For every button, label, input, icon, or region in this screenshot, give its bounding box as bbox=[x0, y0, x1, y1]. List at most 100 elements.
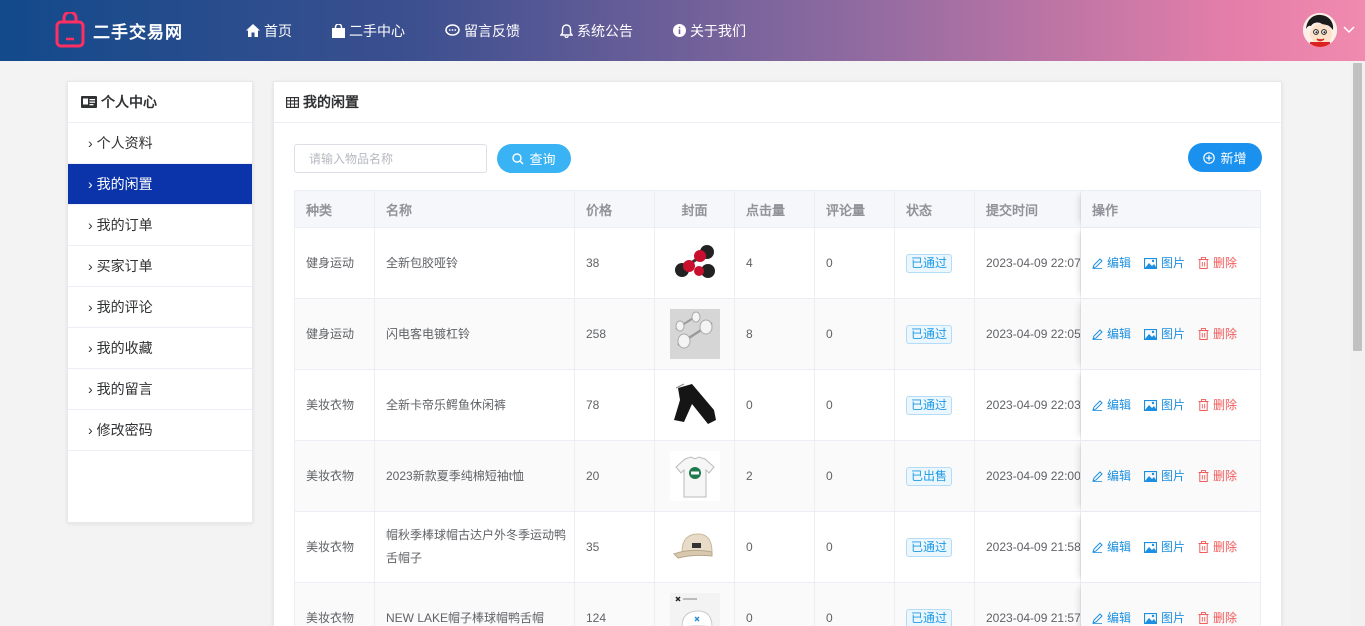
table-icon bbox=[286, 96, 299, 108]
cover-image-pants[interactable] bbox=[669, 380, 720, 430]
cell-category: 健身运动 bbox=[295, 299, 375, 369]
sidebar-item-change-password[interactable]: › 修改密码 bbox=[68, 410, 252, 451]
delete-label: 删除 bbox=[1213, 468, 1238, 483]
scrollbar-thumb[interactable] bbox=[1353, 63, 1362, 351]
cover-image-cap[interactable] bbox=[669, 522, 720, 572]
top-navbar: 二手交易网 首页 二手中心 留言反馈 系统公告 关于我们 bbox=[0, 0, 1365, 61]
cover-image-barbell[interactable] bbox=[669, 309, 720, 359]
edit-label: 编辑 bbox=[1107, 397, 1132, 412]
picture-label: 图片 bbox=[1161, 255, 1186, 270]
sidebar-item-my-idle[interactable]: › 我的闲置 bbox=[68, 164, 252, 205]
status-badge: 已通过 bbox=[906, 537, 953, 557]
delete-button[interactable]: 删除 bbox=[1198, 323, 1237, 346]
delete-button[interactable]: 删除 bbox=[1198, 465, 1237, 488]
sidebar-item-my-comments[interactable]: › 我的评论 bbox=[68, 287, 252, 328]
cell-price: 78 bbox=[575, 370, 655, 440]
column-header: 点击量 bbox=[735, 191, 815, 227]
page-scrollbar[interactable] bbox=[1350, 61, 1365, 626]
site-name: 二手交易网 bbox=[93, 22, 183, 42]
nav-home[interactable]: 首页 bbox=[246, 21, 292, 41]
edit-button[interactable]: 编辑 bbox=[1092, 252, 1131, 275]
delete-button[interactable]: 删除 bbox=[1198, 536, 1237, 559]
cell-submit-time: 2023-04-09 22:05 bbox=[975, 299, 1081, 369]
nav-secondhand[interactable]: 二手中心 bbox=[332, 21, 405, 41]
cell-cover bbox=[655, 512, 735, 582]
chevron-right-icon: › bbox=[88, 258, 93, 274]
nav-feedback[interactable]: 留言反馈 bbox=[445, 21, 520, 41]
cell-cover bbox=[655, 299, 735, 369]
nav-feedback-label: 留言反馈 bbox=[464, 22, 520, 39]
search-input[interactable] bbox=[294, 144, 487, 173]
main-panel-header: 我的闲置 bbox=[274, 82, 1281, 123]
column-header: 种类 bbox=[295, 191, 375, 227]
nav-announcement[interactable]: 系统公告 bbox=[560, 21, 633, 41]
search-icon bbox=[512, 152, 524, 164]
avatar[interactable] bbox=[1303, 13, 1337, 47]
picture-button[interactable]: 图片 bbox=[1144, 252, 1185, 275]
picture-button[interactable]: 图片 bbox=[1144, 323, 1185, 346]
cell-comments: 0 bbox=[815, 370, 895, 440]
picture-icon bbox=[1144, 257, 1158, 269]
table-row: 健身运动 闪电客电镀杠铃 258 8 0 已通过 2023-04-09 22:0… bbox=[295, 299, 1260, 370]
delete-button[interactable]: 删除 bbox=[1198, 394, 1237, 417]
edit-button[interactable]: 编辑 bbox=[1092, 323, 1131, 346]
cell-actions: 编辑 图片 删除 bbox=[1081, 441, 1260, 511]
trash-icon bbox=[1198, 399, 1209, 411]
sidebar-item-label: 我的评论 bbox=[96, 299, 153, 315]
cell-clicks: 0 bbox=[735, 512, 815, 582]
picture-button[interactable]: 图片 bbox=[1144, 607, 1185, 626]
delete-label: 删除 bbox=[1213, 326, 1238, 341]
picture-label: 图片 bbox=[1161, 326, 1186, 341]
picture-button[interactable]: 图片 bbox=[1144, 465, 1185, 488]
nav-about[interactable]: 关于我们 bbox=[673, 21, 746, 41]
delete-button[interactable]: 删除 bbox=[1198, 252, 1237, 275]
home-icon bbox=[246, 24, 260, 37]
sidebar-item-my-orders[interactable]: › 我的订单 bbox=[68, 205, 252, 246]
cell-status: 已通过 bbox=[895, 583, 975, 626]
cover-image-white-cap[interactable] bbox=[669, 593, 720, 626]
cover-image-tshirt[interactable] bbox=[669, 451, 720, 501]
sidebar-item-label: 我的闲置 bbox=[96, 176, 153, 192]
edit-button[interactable]: 编辑 bbox=[1092, 465, 1131, 488]
cell-comments: 0 bbox=[815, 299, 895, 369]
site-logo[interactable]: 二手交易网 bbox=[55, 10, 183, 48]
add-button[interactable]: 新增 bbox=[1188, 143, 1262, 172]
picture-button[interactable]: 图片 bbox=[1144, 394, 1185, 417]
main-panel: 我的闲置 查询 新增 种类 名称 价格 封面 点击量 评论量 状态 提交时间 操… bbox=[273, 81, 1282, 626]
query-button[interactable]: 查询 bbox=[497, 144, 571, 173]
trash-icon bbox=[1198, 470, 1209, 482]
edit-label: 编辑 bbox=[1107, 539, 1132, 554]
cell-category: 美妆衣物 bbox=[295, 512, 375, 582]
edit-icon bbox=[1092, 470, 1103, 482]
delete-button[interactable]: 删除 bbox=[1198, 607, 1237, 626]
cover-image-dumbbell[interactable] bbox=[669, 238, 720, 288]
cell-clicks: 2 bbox=[735, 441, 815, 511]
edit-button[interactable]: 编辑 bbox=[1092, 607, 1131, 626]
sidebar-item-my-favorites[interactable]: › 我的收藏 bbox=[68, 328, 252, 369]
cell-actions: 编辑 图片 删除 bbox=[1081, 370, 1260, 440]
table-row: 美妆衣物 2023新款夏季纯棉短袖t恤 20 2 0 已出售 2023-04-0… bbox=[295, 441, 1260, 512]
cell-status: 已通过 bbox=[895, 512, 975, 582]
edit-button[interactable]: 编辑 bbox=[1092, 394, 1131, 417]
picture-button[interactable]: 图片 bbox=[1144, 536, 1185, 559]
delete-label: 删除 bbox=[1213, 397, 1238, 412]
picture-label: 图片 bbox=[1161, 397, 1186, 412]
trash-icon bbox=[1198, 328, 1209, 340]
edit-icon bbox=[1092, 612, 1103, 624]
sidebar-item-label: 我的收藏 bbox=[96, 340, 153, 356]
cell-cover bbox=[655, 370, 735, 440]
cell-status: 已通过 bbox=[895, 370, 975, 440]
edit-button[interactable]: 编辑 bbox=[1092, 536, 1131, 559]
picture-icon bbox=[1144, 541, 1158, 553]
trash-icon bbox=[1198, 612, 1209, 624]
trash-icon bbox=[1198, 257, 1209, 269]
user-menu[interactable] bbox=[1303, 13, 1355, 47]
cell-actions: 编辑 图片 删除 bbox=[1081, 512, 1260, 582]
sidebar-item-profile[interactable]: › 个人资料 bbox=[68, 123, 252, 164]
sidebar-item-my-messages[interactable]: › 我的留言 bbox=[68, 369, 252, 410]
status-badge: 已通过 bbox=[906, 395, 953, 415]
sidebar-item-buyer-orders[interactable]: › 买家订单 bbox=[68, 246, 252, 287]
sidebar-item-label: 买家订单 bbox=[96, 258, 153, 274]
main-nav: 首页 二手中心 留言反馈 系统公告 关于我们 bbox=[246, 0, 786, 61]
chevron-down-icon bbox=[1343, 26, 1355, 34]
